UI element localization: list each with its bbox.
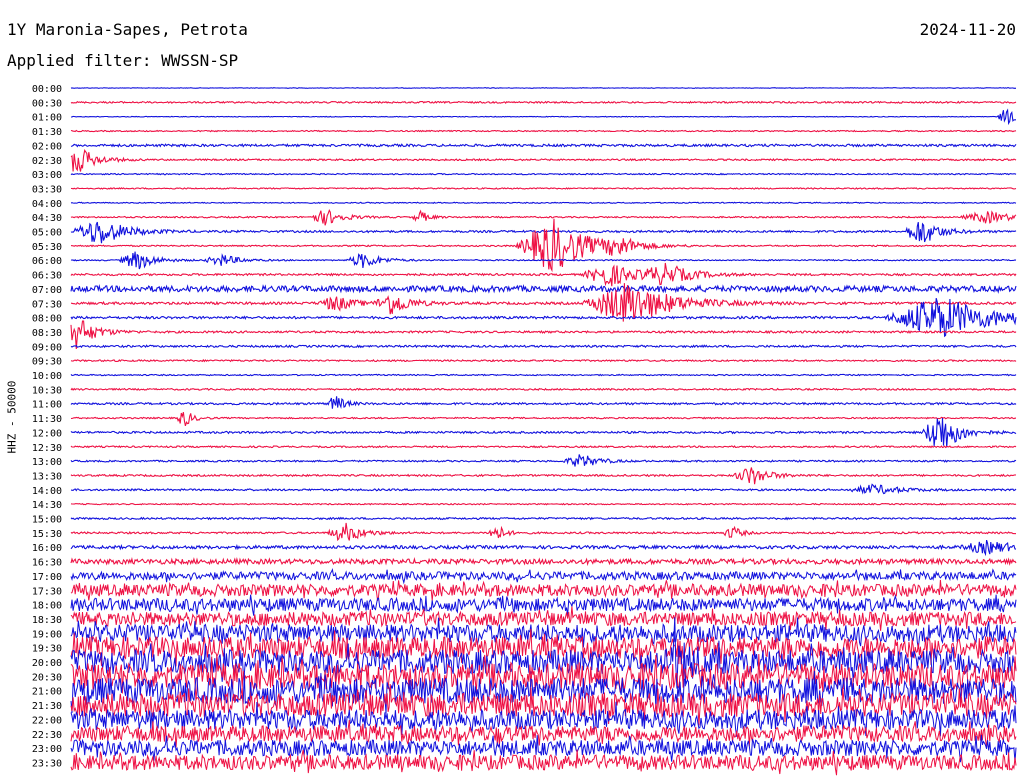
row-label-16:00: 16:00 — [32, 543, 62, 554]
trace-11:00 — [70, 396, 1017, 409]
row-label-15:30: 15:30 — [32, 529, 62, 540]
trace-02:00 — [70, 143, 1017, 148]
trace-05:00 — [70, 221, 1017, 244]
trace-04:30 — [70, 209, 1017, 226]
trace-12:30 — [70, 445, 1017, 449]
row-label-22:00: 22:00 — [32, 715, 62, 726]
trace-16:00 — [70, 539, 1017, 557]
row-label-20:30: 20:30 — [32, 672, 62, 683]
row-label-15:00: 15:00 — [32, 515, 62, 526]
row-label-22:30: 22:30 — [32, 730, 62, 741]
trace-07:00 — [70, 284, 1017, 294]
trace-13:30 — [70, 467, 1017, 485]
row-label-05:30: 05:30 — [32, 242, 62, 253]
trace-10:00 — [70, 373, 1017, 377]
row-label-20:00: 20:00 — [32, 658, 62, 669]
trace-15:30 — [70, 522, 1017, 542]
row-label-13:30: 13:30 — [32, 471, 62, 482]
row-label-23:30: 23:30 — [32, 758, 62, 769]
row-label-05:00: 05:00 — [32, 228, 62, 239]
trace-12:00 — [70, 417, 1017, 448]
row-label-04:00: 04:00 — [32, 199, 62, 210]
trace-00:00 — [70, 87, 1017, 89]
row-label-04:30: 04:30 — [32, 213, 62, 224]
row-label-06:00: 06:00 — [32, 256, 62, 267]
row-label-02:00: 02:00 — [32, 141, 62, 152]
row-label-19:30: 19:30 — [32, 644, 62, 655]
trace-00:30 — [70, 100, 1017, 105]
trace-16:30 — [70, 556, 1017, 567]
row-label-18:30: 18:30 — [32, 615, 62, 626]
row-label-10:00: 10:00 — [32, 371, 62, 382]
seismogram-plot: 00:00 00:30 01:00 01:30 02:00 02:30 03:00 03:30… — [32, 84, 1017, 776]
row-label-00:30: 00:30 — [32, 98, 62, 109]
row-label-09:30: 09:30 — [32, 357, 62, 368]
row-label-01:30: 01:30 — [32, 127, 62, 138]
row-label-18:00: 18:00 — [32, 601, 62, 612]
row-label-07:30: 07:30 — [32, 299, 62, 310]
trace-17:00 — [70, 568, 1017, 585]
row-label-14:00: 14:00 — [32, 486, 62, 497]
trace-03:00 — [70, 172, 1017, 176]
trace-10:30 — [70, 387, 1017, 391]
trace-03:30 — [70, 187, 1017, 190]
trace-13:00 — [70, 454, 1017, 467]
trace-04:00 — [70, 201, 1017, 205]
trace-18:30 — [70, 606, 1017, 631]
row-label-group: 00:00 00:30 01:00 01:30 02:00 02:30 03:00 03:30… — [32, 84, 62, 769]
trace-01:30 — [70, 129, 1017, 133]
trace-09:30 — [70, 358, 1017, 363]
row-label-21:00: 21:00 — [32, 687, 62, 698]
trace-02:30 — [70, 149, 1017, 172]
row-label-16:30: 16:30 — [32, 558, 62, 569]
trace-15:00 — [70, 516, 1017, 521]
row-label-03:00: 03:00 — [32, 170, 62, 181]
row-label-08:00: 08:00 — [32, 314, 62, 325]
trace-01:00 — [70, 108, 1016, 126]
row-label-08:30: 08:30 — [32, 328, 62, 339]
row-label-03:30: 03:30 — [32, 184, 62, 195]
row-label-00:00: 00:00 — [32, 84, 62, 95]
row-label-06:30: 06:30 — [32, 271, 62, 282]
trace-08:30 — [70, 320, 1017, 350]
row-label-07:00: 07:00 — [32, 285, 62, 296]
row-label-09:00: 09:00 — [32, 342, 62, 353]
row-label-17:00: 17:00 — [32, 572, 62, 583]
row-label-02:30: 02:30 — [32, 156, 62, 167]
row-label-17:30: 17:30 — [32, 586, 62, 597]
row-label-12:30: 12:30 — [32, 443, 62, 454]
row-label-14:30: 14:30 — [32, 500, 62, 511]
row-label-12:00: 12:00 — [32, 428, 62, 439]
trace-14:00 — [70, 483, 1017, 495]
row-label-11:00: 11:00 — [32, 400, 62, 411]
row-label-13:00: 13:00 — [32, 457, 62, 468]
row-label-10:30: 10:30 — [32, 385, 62, 396]
trace-05:30 — [70, 218, 1017, 273]
trace-18:00 — [70, 594, 1017, 616]
trace-11:30 — [70, 412, 1017, 427]
row-label-21:30: 21:30 — [32, 701, 62, 712]
trace-17:30 — [70, 579, 1017, 601]
trace-09:00 — [70, 344, 1017, 349]
trace-14:30 — [70, 502, 1017, 506]
row-label-23:00: 23:00 — [32, 744, 62, 755]
trace-group — [70, 87, 1017, 776]
row-label-01:00: 01:00 — [32, 113, 62, 124]
row-label-11:30: 11:30 — [32, 414, 62, 425]
row-label-19:00: 19:00 — [32, 629, 62, 640]
